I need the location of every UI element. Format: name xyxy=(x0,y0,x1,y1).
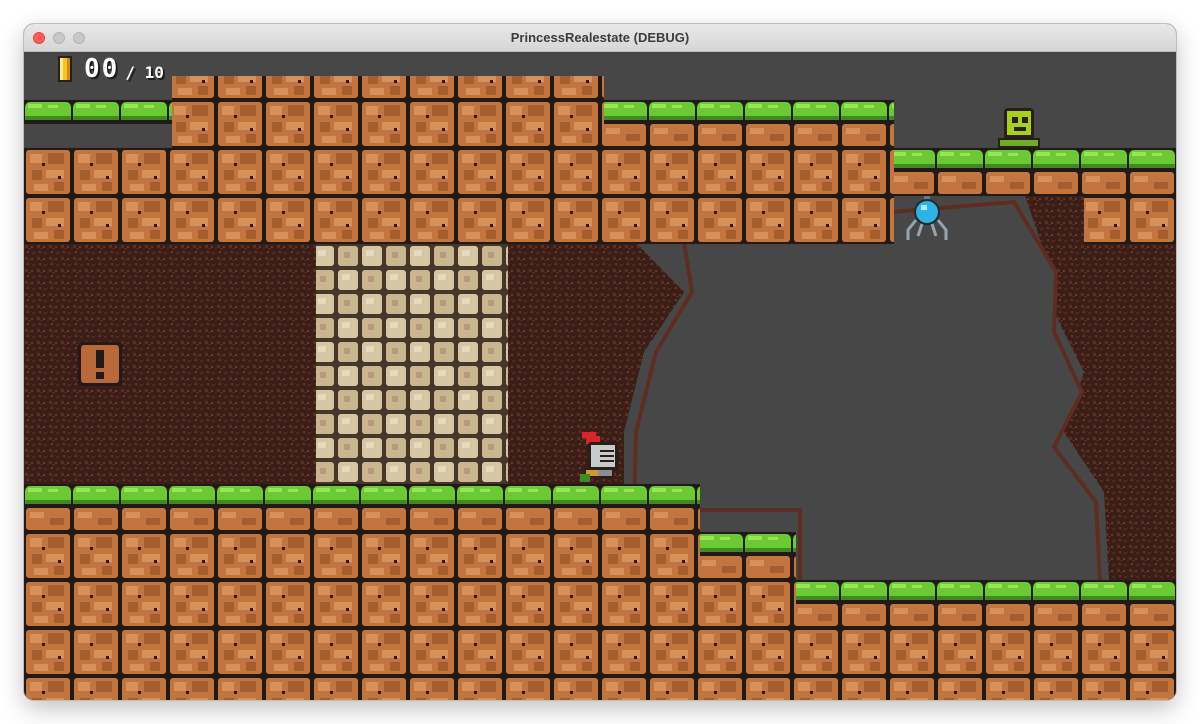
exclamation-block-icon[interactable] xyxy=(78,342,122,386)
coin-icon xyxy=(58,56,72,82)
coin-counter: 00 / 10 xyxy=(58,54,164,82)
knight-icon xyxy=(580,432,618,482)
coins-collected: 00 xyxy=(84,54,120,84)
window-title: PrincessRealestate (DEBUG) xyxy=(510,30,690,45)
level-map xyxy=(24,76,1176,700)
game-viewport[interactable]: 00 / 10 xyxy=(24,52,1176,700)
coins-total: / 10 xyxy=(125,63,164,82)
skull-slime-icon xyxy=(998,108,1040,148)
title-bar: PrincessRealestate (DEBUG) xyxy=(24,24,1176,52)
blue-orb-spider-icon xyxy=(906,196,948,240)
game-window: PrincessRealestate (DEBUG) 00 / 10 xyxy=(24,24,1176,700)
